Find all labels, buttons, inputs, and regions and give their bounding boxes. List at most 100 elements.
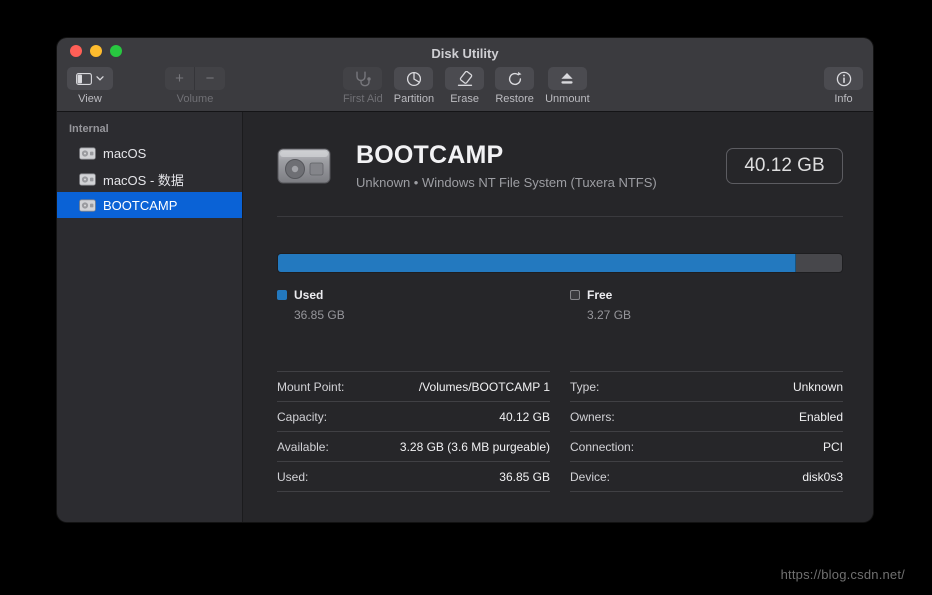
toolbar-main-tools: First Aid Partition Erase Restore Unmoun… xyxy=(343,67,590,105)
table-row: Type: Unknown xyxy=(570,372,843,402)
sidebar-item-label: macOS - 数据 xyxy=(103,172,184,188)
view-tool: View xyxy=(67,67,113,105)
detail-value: 36.85 GB xyxy=(499,469,550,484)
unmount-tool: Unmount xyxy=(545,67,590,105)
view-button[interactable] xyxy=(67,67,113,90)
capacity-badge: 40.12 GB xyxy=(726,147,843,184)
erase-tool: Erase xyxy=(445,67,485,105)
detail-label: Mount Point: xyxy=(277,379,345,394)
table-row: Connection: PCI xyxy=(570,432,843,462)
volume-subtitle: Unknown • Windows NT File System (Tuxera… xyxy=(356,175,657,190)
volume-title: BOOTCAMP xyxy=(356,141,504,169)
volume-label: Volume xyxy=(176,93,214,105)
restore-label: Restore xyxy=(495,93,534,105)
partition-button[interactable] xyxy=(394,67,434,90)
volume-icon xyxy=(79,146,96,160)
close-button[interactable] xyxy=(70,45,82,57)
volume-text: BOOTCAMP Unknown • Windows NT File Syste… xyxy=(356,141,657,190)
detail-value: Unknown xyxy=(792,379,843,394)
first-aid-tool: First Aid xyxy=(343,67,383,105)
usage-legend: Used 36.85 GB Free 3.27 GB xyxy=(277,288,843,322)
detail-label: Used: xyxy=(277,469,309,484)
zoom-button[interactable] xyxy=(110,45,122,57)
window-controls xyxy=(70,38,122,64)
erase-icon xyxy=(457,70,472,86)
minimize-button[interactable] xyxy=(90,45,102,57)
first-aid-label: First Aid xyxy=(343,93,383,105)
partition-icon xyxy=(406,71,421,86)
unmount-button[interactable] xyxy=(547,67,587,90)
disk-icon xyxy=(277,144,331,188)
sidebar-item-label: macOS xyxy=(103,145,147,161)
detail-label: Device: xyxy=(570,469,611,484)
window-title: Disk Utility xyxy=(431,45,499,61)
table-row: Capacity: 40.12 GB xyxy=(277,402,550,432)
legend-free: Free 3.27 GB xyxy=(570,288,843,322)
toolbar: View + − Volume First Aid Partition Eras… xyxy=(57,62,873,111)
table-row: Available: 3.28 GB (3.6 MB purgeable) xyxy=(277,432,550,462)
chevron-down-icon xyxy=(96,76,104,81)
desktop-background: Disk Utility View + − Volume First Aid P… xyxy=(0,0,932,595)
details-table: Mount Point: /Volumes/BOOTCAMP 1 Capacit… xyxy=(277,371,843,492)
volume-icon xyxy=(79,198,96,212)
table-row: Device: disk0s3 xyxy=(570,462,843,492)
sidebar: Internal macOS macOS - 数据 BOOTCAMP xyxy=(57,112,243,522)
free-label: Free xyxy=(587,288,613,302)
info-button[interactable] xyxy=(824,67,863,90)
partition-tool: Partition xyxy=(394,67,434,105)
free-value: 3.27 GB xyxy=(587,308,632,322)
detail-label: Capacity: xyxy=(277,409,328,424)
detail-value: 40.12 GB xyxy=(499,409,550,424)
add-volume-button[interactable]: + xyxy=(165,67,195,90)
sidebar-item-bootcamp[interactable]: BOOTCAMP xyxy=(57,192,242,218)
first-aid-icon xyxy=(356,71,371,86)
unmount-label: Unmount xyxy=(545,93,590,105)
volume-header: BOOTCAMP Unknown • Windows NT File Syste… xyxy=(277,141,843,190)
erase-label: Erase xyxy=(450,93,479,105)
erase-button[interactable] xyxy=(445,67,485,90)
restore-icon xyxy=(508,71,522,85)
used-swatch xyxy=(277,290,287,300)
info-label: Info xyxy=(834,93,853,105)
sidebar-item-macos-data[interactable]: macOS - 数据 xyxy=(57,166,242,192)
used-value: 36.85 GB xyxy=(294,308,345,322)
unmount-icon xyxy=(561,73,574,84)
detail-label: Available: xyxy=(277,439,329,454)
detail-value: Enabled xyxy=(798,409,843,424)
titlebar: Disk Utility xyxy=(57,38,873,62)
table-row: Used: 36.85 GB xyxy=(277,462,550,492)
detail-value: disk0s3 xyxy=(802,469,843,484)
restore-button[interactable] xyxy=(495,67,535,90)
used-label: Used xyxy=(294,288,324,302)
remove-volume-button[interactable]: − xyxy=(195,67,225,90)
window-body: Internal macOS macOS - 数据 BOOTCAMP BOOTC… xyxy=(57,112,873,522)
partition-label: Partition xyxy=(393,93,435,105)
detail-label: Owners: xyxy=(570,409,615,424)
disk-utility-window: Disk Utility View + − Volume First Aid P… xyxy=(57,38,873,522)
volume-icon xyxy=(79,172,96,186)
free-swatch xyxy=(570,290,580,300)
detail-value: 3.28 GB (3.6 MB purgeable) xyxy=(399,439,550,454)
window-header: Disk Utility View + − Volume First Aid P… xyxy=(57,38,873,112)
legend-used: Used 36.85 GB xyxy=(277,288,550,322)
volume-segmented-control: + − xyxy=(165,67,225,90)
sidebar-layout-icon xyxy=(76,72,92,85)
details-right-column: Type: Unknown Owners: Enabled Connection… xyxy=(570,371,843,492)
detail-value: /Volumes/BOOTCAMP 1 xyxy=(418,379,550,394)
sidebar-item-macos[interactable]: macOS xyxy=(57,140,242,166)
detail-label: Type: xyxy=(570,379,600,394)
restore-tool: Restore xyxy=(495,67,535,105)
sidebar-section-header: Internal xyxy=(69,123,109,135)
table-row: Mount Point: /Volumes/BOOTCAMP 1 xyxy=(277,372,550,402)
volume-tool: + − Volume xyxy=(165,67,225,105)
usage-bar xyxy=(277,253,843,273)
table-row: Owners: Enabled xyxy=(570,402,843,432)
usage-bar-used xyxy=(278,254,796,272)
view-label: View xyxy=(78,93,102,105)
first-aid-button[interactable] xyxy=(343,67,383,90)
main-panel: BOOTCAMP Unknown • Windows NT File Syste… xyxy=(243,112,873,522)
detail-value: PCI xyxy=(822,439,843,454)
sidebar-item-label: BOOTCAMP xyxy=(103,197,178,213)
watermark: https://blog.csdn.net/ xyxy=(780,567,905,582)
details-left-column: Mount Point: /Volumes/BOOTCAMP 1 Capacit… xyxy=(277,371,550,492)
